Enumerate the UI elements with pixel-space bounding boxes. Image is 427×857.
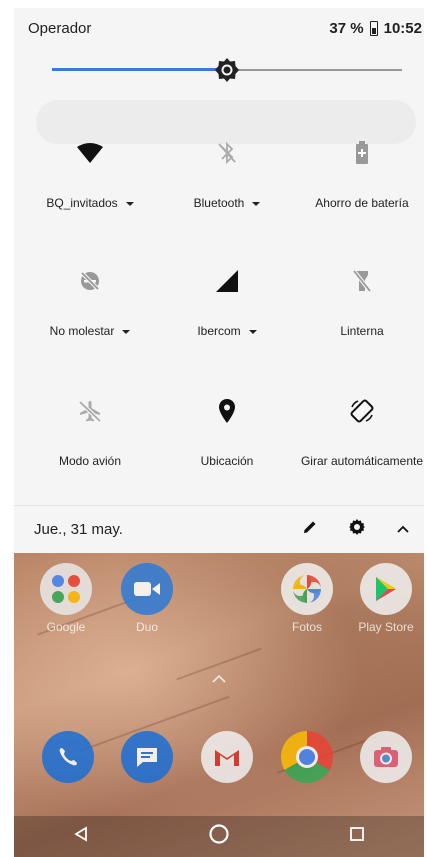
battery-icon: [369, 20, 378, 36]
dock-phone[interactable]: [38, 731, 98, 783]
status-bar: Operador 37 % 10:52: [14, 8, 424, 48]
date-label: Jue., 31 may.: [34, 521, 123, 538]
tile-label: No molestar: [22, 324, 158, 338]
tile-label: BQ_invitados: [22, 196, 158, 210]
tile-auto-rotate[interactable]: Girar automáticamente: [294, 396, 424, 468]
dock-gmail[interactable]: [197, 731, 257, 783]
dropdown-caret-icon[interactable]: [248, 329, 257, 334]
navigation-bar: [14, 816, 424, 857]
carrier-name: Operador: [28, 19, 92, 37]
messages-icon: [121, 731, 173, 783]
tile-airplane-mode[interactable]: Modo avión: [22, 396, 158, 468]
quick-settings-footer: Jue., 31 may.: [14, 505, 424, 553]
app-drawer-chevron-icon[interactable]: [211, 671, 227, 683]
tile-label: Linterna: [340, 324, 384, 338]
gear-icon[interactable]: [348, 518, 366, 541]
dropdown-caret-icon[interactable]: [125, 201, 134, 206]
auto-rotate-icon: [294, 396, 424, 426]
tile-wifi[interactable]: BQ_invitados: [22, 138, 158, 210]
brightness-slider[interactable]: [14, 48, 424, 92]
photos-icon: [281, 563, 333, 615]
bluetooth-off-icon: [159, 138, 295, 168]
back-icon[interactable]: [73, 826, 89, 847]
app-label: Google: [46, 620, 86, 634]
do-not-disturb-off-icon: [22, 266, 158, 296]
home-wallpaper: Google Duo Fotos Play Store: [14, 553, 424, 857]
dropdown-caret-icon[interactable]: [252, 201, 261, 206]
app-label: Play Store: [358, 620, 414, 634]
chrome-icon: [281, 731, 333, 783]
flashlight-off-icon: [294, 266, 424, 296]
tile-label: Ibercom: [159, 324, 295, 338]
android-screen: Google Duo Fotos Play Store Operador 37 …: [14, 8, 424, 857]
recents-icon[interactable]: [349, 826, 365, 847]
pencil-icon[interactable]: [302, 519, 318, 540]
brightness-icon[interactable]: [214, 57, 240, 83]
clock: 10:52: [383, 19, 422, 37]
app-duo[interactable]: Duo: [117, 563, 177, 634]
phone-icon: [42, 731, 94, 783]
tile-label: Ubicación: [200, 454, 254, 468]
cell-signal-icon: [159, 266, 295, 296]
home-icon[interactable]: [208, 823, 230, 850]
app-fotos[interactable]: Fotos: [277, 563, 337, 634]
app-play-store[interactable]: Play Store: [356, 563, 416, 634]
quick-settings-panel: Operador 37 % 10:52 BQ_invitados Bluetoo…: [14, 8, 424, 553]
app-label: Duo: [135, 620, 158, 634]
app-label: Fotos: [291, 620, 322, 634]
brightness-fill: [52, 68, 228, 71]
chevron-up-icon[interactable]: [396, 521, 410, 539]
play-store-icon: [360, 563, 412, 615]
tile-do-not-disturb[interactable]: No molestar: [22, 266, 158, 338]
tile-flashlight[interactable]: Linterna: [294, 266, 424, 338]
battery-saver-icon: [294, 138, 424, 168]
tile-location[interactable]: Ubicación: [159, 396, 295, 468]
duo-icon: [121, 563, 173, 615]
tile-bluetooth[interactable]: Bluetooth: [159, 138, 295, 210]
tile-label: Bluetooth: [159, 196, 295, 210]
dock-camera[interactable]: [356, 731, 416, 783]
tile-label: Modo avión: [58, 454, 122, 468]
camera-icon: [360, 731, 412, 783]
dock-chrome[interactable]: [277, 731, 337, 783]
google-folder-icon: [40, 563, 92, 615]
battery-percent: 37 %: [329, 19, 364, 37]
tile-label: Girar automáticamente: [300, 454, 424, 468]
airplane-off-icon: [22, 396, 158, 426]
dock-messages[interactable]: [117, 731, 177, 783]
location-icon: [159, 396, 295, 426]
app-google-folder[interactable]: Google: [36, 563, 96, 634]
tile-mobile-data[interactable]: Ibercom: [159, 266, 295, 338]
tile-battery-saver[interactable]: Ahorro de batería: [294, 138, 424, 210]
dropdown-caret-icon[interactable]: [122, 329, 131, 334]
tile-label: Ahorro de batería: [315, 196, 409, 210]
wifi-icon: [22, 138, 158, 168]
gmail-icon: [201, 731, 253, 783]
